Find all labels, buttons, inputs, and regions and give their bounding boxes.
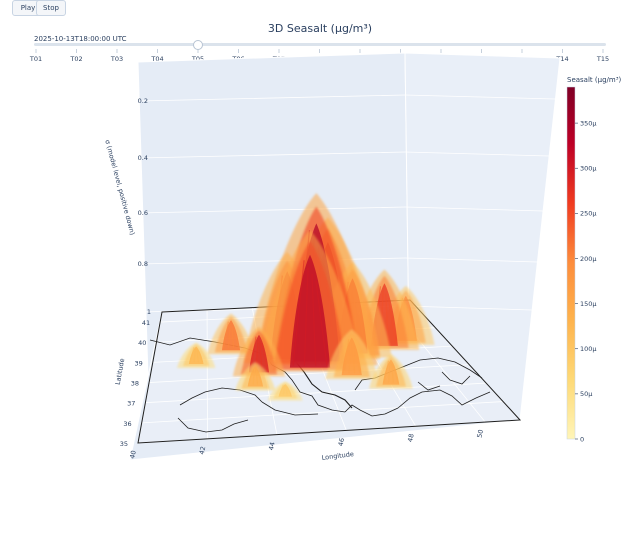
chart-canvas: T01T02T03T04T05T06T07T08T09T10T11T12T13T…	[29, 49, 622, 462]
y-tick-label: 40	[138, 339, 146, 347]
z-tick-label: 1	[147, 308, 151, 316]
z-tick-label: 0.8	[138, 260, 148, 268]
colorbar-tick-label: 150µ	[580, 300, 597, 308]
slider-step-label[interactable]: T15	[596, 55, 609, 63]
colorbar-tick-label: 200µ	[580, 255, 597, 263]
y-tick-label: 41	[142, 319, 150, 327]
slider-step-label[interactable]: T02	[69, 55, 82, 63]
y-tick-label: 36	[123, 420, 131, 428]
colorbar-tick-label: 350µ	[580, 119, 597, 127]
z-axis-label: σ (model level, positive down)	[103, 139, 136, 236]
colorbar: Seasalt (µg/m³) 0 50µ 100µ 150µ 200µ 250µ 300µ…	[566, 76, 622, 443]
z-tick-label: 0.6	[138, 209, 148, 217]
x-tick-label: 48	[406, 433, 416, 443]
y-tick-label: 37	[127, 400, 135, 408]
y-axis-label: Latitude	[114, 358, 127, 386]
y-tick-label: 35	[120, 440, 128, 448]
z-tick-label: 0.2	[138, 97, 148, 105]
colorbar-tick-label: 100µ	[580, 345, 597, 353]
x-tick-label: 50	[476, 429, 486, 439]
x-tick-label: 40	[128, 450, 138, 460]
x-axis-label: Longitude	[321, 450, 354, 462]
colorbar-ticks: 0 50µ 100µ 150µ 200µ 250µ 300µ 350µ	[575, 119, 597, 443]
z-tick-label: 0.4	[138, 154, 148, 162]
colorbar-tick-label: 50µ	[580, 390, 592, 398]
colorbar-tick-label: 250µ	[580, 210, 597, 218]
colorbar-title: Seasalt (µg/m³)	[567, 76, 622, 84]
slider-step-label[interactable]: T03	[110, 55, 123, 63]
x-tick-label: 46	[337, 437, 347, 447]
x-tick-label: 42	[198, 446, 208, 456]
slider-step-label[interactable]: T01	[29, 55, 42, 63]
x-tick-label: 44	[267, 441, 277, 451]
colorbar-tick-label: 0	[580, 435, 584, 443]
colorbar-gradient	[566, 86, 576, 440]
y-tick-label: 39	[134, 359, 142, 367]
y-tick-label: 38	[131, 380, 139, 388]
colorbar-tick-label: 300µ	[580, 165, 597, 173]
